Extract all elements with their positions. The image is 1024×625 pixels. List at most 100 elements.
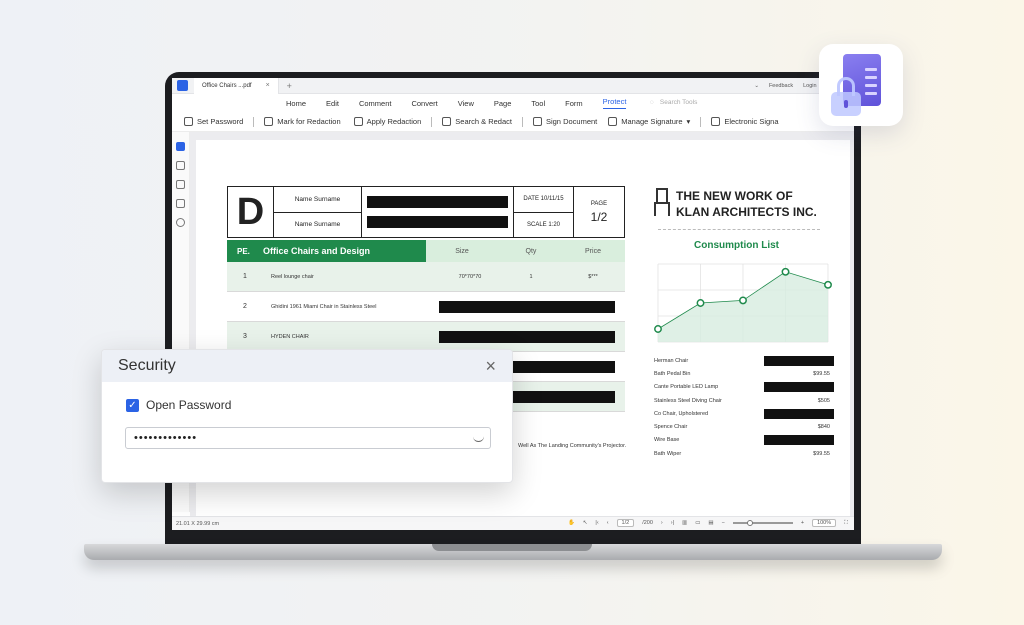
- tab-title: Office Chairs ...pdf: [202, 82, 252, 89]
- redaction-box: [439, 330, 615, 343]
- set-password-button[interactable]: Set Password: [184, 117, 243, 126]
- zoom-slider-thumb[interactable]: [746, 519, 753, 526]
- price-list: Herman Chair Bath Pedal Bin $99.55 Cante …: [654, 354, 834, 460]
- redaction-box: [764, 408, 834, 419]
- sign-document-button[interactable]: Sign Document: [532, 117, 597, 126]
- search-icon[interactable]: [176, 218, 185, 227]
- price-row: Stainless Steel Diving Chair $505: [654, 394, 834, 407]
- menu-form[interactable]: Form: [565, 99, 583, 108]
- search-tools-placeholder: Search Tools: [659, 99, 698, 106]
- mark-redaction-icon: [264, 117, 274, 126]
- menu-page[interactable]: Page: [494, 99, 512, 108]
- open-password-option[interactable]: ✓ Open Password: [126, 398, 231, 412]
- last-page-icon[interactable]: ›|: [671, 520, 674, 526]
- thumbnails-icon[interactable]: [176, 142, 185, 151]
- app-logo-icon: [177, 80, 188, 91]
- electronic-signature-label: Electronic Signa: [724, 117, 779, 126]
- bookmark-icon[interactable]: [176, 161, 185, 170]
- hide-password-icon[interactable]: [473, 434, 484, 442]
- electronic-signature-button[interactable]: Electronic Signa: [711, 117, 779, 126]
- feedback-link[interactable]: Feedback: [769, 83, 793, 89]
- price-item-value: $99.55: [813, 370, 830, 377]
- main-menu: Home Edit Comment Convert View Page Tool…: [172, 94, 854, 112]
- menu-view[interactable]: View: [458, 99, 474, 108]
- doc-line: [865, 76, 877, 79]
- dashed-divider: [658, 229, 820, 230]
- chevron-down-icon: ▾: [686, 117, 691, 126]
- security-dialog: Security × ✓ Open Password •••••••••••••: [101, 349, 513, 483]
- table-row: 2 Ghidini 1961 Miami Chair in Stainless …: [227, 292, 625, 322]
- row-num: 2: [243, 303, 247, 310]
- document-tab[interactable]: Office Chairs ...pdf ×: [194, 78, 279, 94]
- redaction-box: [764, 382, 834, 393]
- menu-edit[interactable]: Edit: [326, 99, 339, 108]
- electronic-signature-icon: [711, 117, 721, 126]
- consumption-chart: [654, 263, 832, 343]
- zoom-select[interactable]: 100%: [812, 519, 837, 527]
- tab-close-icon[interactable]: ×: [266, 82, 270, 89]
- zoom-slider[interactable]: [732, 519, 793, 526]
- attachment-icon[interactable]: [176, 199, 185, 208]
- chart-point: [696, 299, 705, 307]
- redacted-names: [362, 187, 514, 237]
- price-item-name: Bath Pedal Bin: [654, 370, 691, 377]
- menu-home[interactable]: Home: [286, 99, 306, 108]
- signature-icon: [608, 117, 618, 126]
- zoom-in-icon[interactable]: +: [801, 520, 804, 526]
- title-bar: Office Chairs ...pdf × + ⌄ Feedback Logi…: [172, 78, 854, 94]
- row-num: 3: [243, 333, 247, 340]
- view-mode-icon[interactable]: ▥: [682, 520, 687, 526]
- first-page-icon[interactable]: |‹: [595, 520, 598, 526]
- row-name: HYDEN CHAIR: [271, 333, 309, 340]
- laptop-notch: [432, 544, 592, 551]
- password-input[interactable]: •••••••••••••: [125, 427, 491, 449]
- select-tool-icon[interactable]: ↖: [583, 520, 588, 526]
- lock-keyhole: [844, 100, 848, 108]
- login-link[interactable]: Login: [803, 83, 816, 89]
- page-fit-icon[interactable]: ▭: [695, 520, 700, 526]
- new-tab-icon[interactable]: +: [287, 81, 292, 91]
- row-num: 1: [243, 273, 247, 280]
- doc-scale: SCALE 1:20: [526, 221, 561, 228]
- manage-signature-label: Manage Signature: [621, 117, 683, 126]
- open-password-checkbox[interactable]: ✓: [126, 398, 139, 412]
- page-number-input[interactable]: 1/2: [616, 519, 635, 527]
- price-row: Bath Pedal Bin $99.55: [654, 367, 834, 380]
- protect-toolbar: Set Password Mark for Redaction Apply Re…: [172, 112, 854, 132]
- fullscreen-icon[interactable]: ⛶: [844, 520, 848, 527]
- table-row: 3 HYDEN CHAIR: [227, 322, 625, 352]
- chair-icon: [654, 188, 670, 216]
- brand-block: THE NEW WORK OF KLAN ARCHITECTS INC.: [654, 188, 817, 220]
- manage-signature-button[interactable]: Manage Signature ▾: [608, 117, 690, 126]
- price-item-name: Cante Portable LED Lamp: [654, 384, 719, 391]
- search-redact-button[interactable]: Search & Redact: [442, 117, 512, 126]
- close-icon[interactable]: ×: [485, 356, 496, 377]
- chart-point: [739, 296, 747, 305]
- page-total: /200: [642, 520, 653, 526]
- chart-point: [824, 280, 832, 289]
- bulb-icon: ◌: [650, 99, 654, 106]
- menu-protect[interactable]: Protect: [603, 97, 627, 110]
- next-page-icon[interactable]: ›: [661, 520, 663, 526]
- width-fit-icon[interactable]: ▤: [708, 520, 713, 526]
- mark-redaction-button[interactable]: Mark for Redaction: [264, 117, 341, 126]
- dialog-header: Security ×: [102, 350, 512, 382]
- apply-redaction-button[interactable]: Apply Redaction: [353, 117, 421, 126]
- menu-tool[interactable]: Tool: [531, 99, 545, 108]
- comment-icon[interactable]: [176, 180, 185, 189]
- toolbar-divider: [431, 116, 433, 127]
- prev-page-icon[interactable]: ‹: [607, 520, 609, 526]
- col-pe: PE.: [237, 246, 250, 256]
- hand-tool-icon[interactable]: ✋: [568, 520, 575, 526]
- price-item-value: $99.55: [813, 450, 830, 457]
- price-item-value: $505: [817, 397, 830, 404]
- zoom-out-icon[interactable]: −: [722, 520, 725, 526]
- menu-comment[interactable]: Comment: [359, 99, 392, 108]
- menu-convert[interactable]: Convert: [411, 99, 437, 108]
- price-row: Co Chair, Upholstered: [654, 407, 834, 420]
- toolbar-divider: [700, 116, 702, 127]
- chevron-down-icon[interactable]: ⌄: [754, 83, 759, 89]
- redaction-box: [764, 355, 834, 366]
- tool-search[interactable]: ◌ Search Tools: [650, 99, 697, 106]
- row-name: Reel lounge chair: [271, 273, 314, 280]
